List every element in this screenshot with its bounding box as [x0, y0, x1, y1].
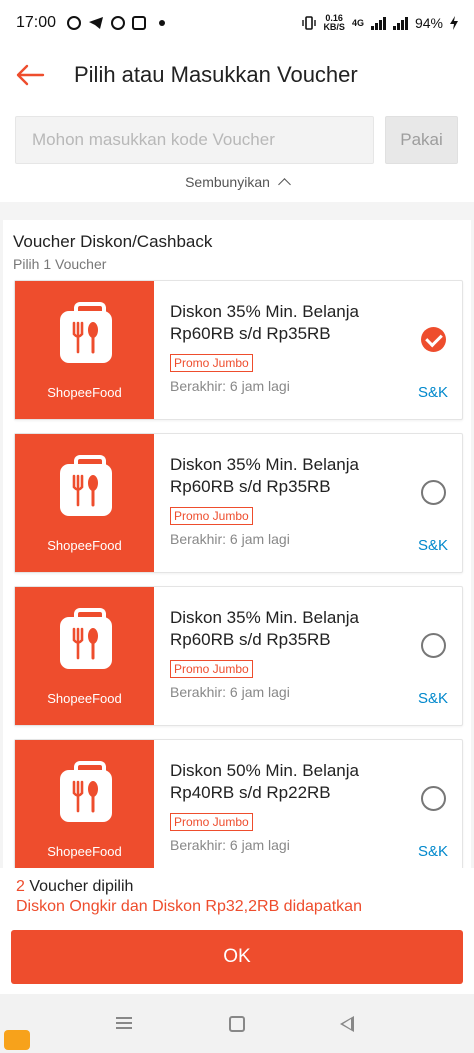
vibrate-icon [302, 16, 317, 30]
selected-count-number: 2 [16, 878, 25, 895]
voucher-select-radio[interactable] [421, 786, 446, 811]
voucher-details: Diskon 50% Min. Belanja Rp40RB s/d Rp22R… [154, 740, 462, 868]
section-title: Voucher Diskon/Cashback [13, 232, 213, 251]
voucher-title-line2: Rp40RB s/d Rp22RB [170, 783, 331, 802]
voucher-brand: ShopeeFood [47, 844, 122, 859]
voucher-code-input[interactable] [15, 116, 374, 164]
section-subtitle: Pilih 1 Voucher [13, 256, 107, 272]
shopeefood-bag-icon [60, 761, 112, 822]
app-header: Pilih atau Masukkan Voucher [0, 46, 474, 104]
ok-button[interactable]: OK [11, 930, 463, 984]
selected-count-label: Voucher dipilih [24, 878, 134, 895]
ok-bar: OK [0, 926, 474, 994]
voucher-title-line2: Rp60RB s/d Rp35RB [170, 477, 331, 496]
voucher-select-radio[interactable] [421, 327, 446, 352]
promo-tag: Promo Jumbo [170, 354, 253, 372]
voucher-expiry: Berakhir: 6 jam lagi [170, 531, 290, 547]
apply-voucher-button[interactable]: Pakai [385, 116, 458, 164]
voucher-section: Voucher Diskon/Cashback Pilih 1 Voucher … [3, 220, 471, 868]
shopeefood-bag-icon [60, 455, 112, 516]
voucher-card[interactable]: ShopeeFood Diskon 50% Min. Belanja Rp40R… [14, 739, 463, 868]
voucher-details: Diskon 35% Min. Belanja Rp60RB s/d Rp35R… [154, 434, 462, 572]
voucher-expiry: Berakhir: 6 jam lagi [170, 684, 290, 700]
terms-link[interactable]: S&K [418, 843, 448, 860]
whatsapp-icon [67, 16, 82, 30]
network-type: 4G [351, 18, 364, 28]
voucher-select-radio[interactable] [421, 480, 446, 505]
voucher-title-line1: Diskon 35% Min. Belanja [170, 302, 359, 321]
status-time: 17:00 [16, 14, 57, 31]
selected-count: 2 Voucher dipilih [16, 878, 474, 896]
voucher-title-line1: Diskon 35% Min. Belanja [170, 455, 359, 474]
voucher-title-line1: Diskon 35% Min. Belanja [170, 608, 359, 627]
voucher-select-radio[interactable] [421, 633, 446, 658]
status-bar: 17:00 0.16 KB/S 4G 94% [0, 0, 474, 46]
collapse-label: Sembunyikan [185, 174, 270, 190]
voucher-title: Diskon 50% Min. Belanja Rp40RB s/d Rp22R… [170, 760, 390, 804]
back-nav-icon[interactable] [340, 1016, 354, 1032]
voucher-brand: ShopeeFood [47, 538, 122, 553]
signal-icon [370, 16, 386, 30]
back-arrow-icon [16, 64, 45, 86]
voucher-expiry: Berakhir: 6 jam lagi [170, 837, 290, 853]
shopeefood-bag-icon [60, 608, 112, 669]
voucher-card[interactable]: ShopeeFood Diskon 35% Min. Belanja Rp60R… [14, 280, 463, 420]
promo-tag: Promo Jumbo [170, 507, 253, 525]
google-icon [111, 16, 126, 30]
telegram-icon [89, 17, 104, 29]
voucher-brand: ShopeeFood [47, 385, 122, 400]
discount-summary: Diskon Ongkir dan Diskon Rp32,2RB didapa… [16, 898, 362, 915]
voucher-details: Diskon 35% Min. Belanja Rp60RB s/d Rp35R… [154, 587, 462, 725]
terms-link[interactable]: S&K [418, 384, 448, 401]
voucher-title: Diskon 35% Min. Belanja Rp60RB s/d Rp35R… [170, 301, 390, 345]
notification-dot-icon [159, 20, 166, 26]
system-nav-bar [0, 994, 474, 1053]
app-icon [132, 16, 147, 30]
voucher-title: Diskon 35% Min. Belanja Rp60RB s/d Rp35R… [170, 607, 390, 651]
voucher-brand-panel: ShopeeFood [15, 587, 154, 725]
voucher-card[interactable]: ShopeeFood Diskon 35% Min. Belanja Rp60R… [14, 586, 463, 726]
net-speed-unit: KB/S [323, 22, 345, 32]
promo-tag: Promo Jumbo [170, 813, 253, 831]
home-nav-icon[interactable] [229, 1016, 245, 1032]
voucher-title-line2: Rp60RB s/d Rp35RB [170, 630, 331, 649]
voucher-expiry: Berakhir: 6 jam lagi [170, 378, 290, 394]
charging-icon [450, 16, 458, 30]
terms-link[interactable]: S&K [418, 537, 448, 554]
voucher-code-bar: Pakai [0, 104, 474, 174]
voucher-title-line1: Diskon 50% Min. Belanja [170, 761, 359, 780]
watermark-logo-icon [4, 1030, 30, 1050]
terms-link[interactable]: S&K [418, 690, 448, 707]
menu-nav-icon[interactable] [116, 1017, 132, 1029]
collapse-toggle[interactable]: Sembunyikan [0, 174, 474, 202]
battery-level: 94% [414, 15, 443, 31]
voucher-details: Diskon 35% Min. Belanja Rp60RB s/d Rp35R… [154, 281, 462, 419]
voucher-brand-panel: ShopeeFood [15, 434, 154, 572]
page-title: Pilih atau Masukkan Voucher [74, 62, 358, 87]
back-button[interactable] [0, 46, 60, 104]
net-speed: 0.16 KB/S [323, 14, 345, 32]
promo-tag: Promo Jumbo [170, 660, 253, 678]
voucher-brand-panel: ShopeeFood [15, 740, 154, 868]
shopeefood-bag-icon [60, 302, 112, 363]
voucher-title: Diskon 35% Min. Belanja Rp60RB s/d Rp35R… [170, 454, 390, 498]
voucher-brand-panel: ShopeeFood [15, 281, 154, 419]
selection-summary: 2 Voucher dipilih Diskon Ongkir dan Disk… [0, 868, 474, 926]
voucher-title-line2: Rp60RB s/d Rp35RB [170, 324, 331, 343]
chevron-up-icon [278, 178, 291, 191]
signal-icon-2 [392, 16, 408, 30]
voucher-brand: ShopeeFood [47, 691, 122, 706]
voucher-card[interactable]: ShopeeFood Diskon 35% Min. Belanja Rp60R… [14, 433, 463, 573]
